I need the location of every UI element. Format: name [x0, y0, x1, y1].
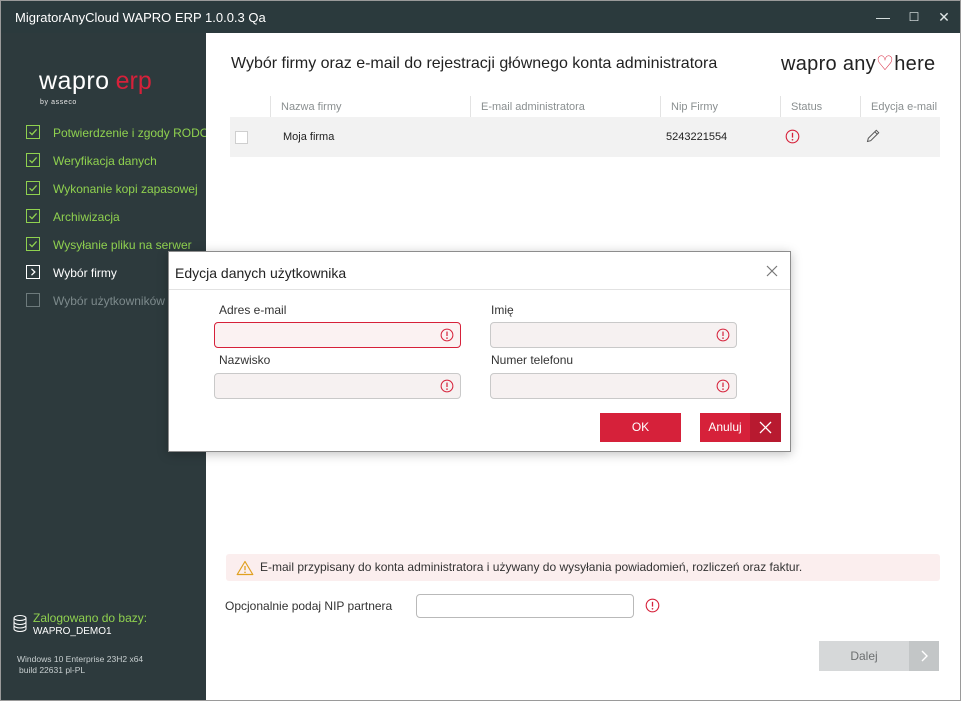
field-error-icon: [716, 379, 730, 393]
field-error-icon: [440, 379, 454, 393]
wizard-step-label: Wybór użytkowników: [53, 294, 165, 308]
checkbox-checked-icon: [26, 125, 40, 139]
cancel-button[interactable]: Anuluj: [700, 413, 781, 442]
next-button[interactable]: Dalej: [819, 641, 939, 671]
field-error-icon: [440, 328, 454, 342]
last-name-input[interactable]: [215, 374, 425, 398]
db-name: WAPRO_DEMO1: [33, 626, 112, 637]
system-info-line1: Windows 10 Enterprise 23H2 x64: [17, 654, 144, 664]
system-info-line2: build 22631 pl-PL: [19, 665, 86, 675]
dialog-divider: [169, 289, 790, 290]
db-label: Zalogowano do bazy:: [33, 611, 148, 625]
warning-icon: [236, 560, 254, 576]
phone-label: Numer telefonu: [491, 353, 574, 367]
cloud-heart-icon: ♡: [875, 53, 895, 75]
grid-header: Nazwa firmy E-mail administratora Nip Fi…: [230, 96, 940, 117]
database-icon: [13, 615, 27, 632]
nip-cell: 5243221554: [666, 131, 728, 143]
dialog-title: Edycja danych użytkownika: [175, 265, 347, 281]
column-header-edit-email[interactable]: Edycja e-mail: [871, 101, 937, 113]
logo-by-asseco: by asseco: [40, 99, 77, 106]
logo-erp: erp: [115, 67, 152, 95]
field-error-icon: [716, 328, 730, 342]
checkbox-checked-icon: [26, 237, 40, 251]
chevron-right-icon: [909, 641, 939, 671]
wizard-step-label: Wykonanie kopi zapasowej: [53, 182, 198, 196]
close-window-button[interactable]: ✕: [929, 1, 959, 33]
next-button-label: Dalej: [850, 649, 878, 663]
column-header-nip[interactable]: Nip Firmy: [671, 101, 718, 113]
column-header-email[interactable]: E-mail administratora: [481, 101, 585, 113]
partner-nip-label: Opcjonalnie podaj NIP partnera: [225, 599, 393, 613]
status-error-icon: [785, 129, 800, 144]
last-name-field[interactable]: [214, 373, 461, 399]
checkbox-checked-icon: [26, 153, 40, 167]
email-label: Adres e-mail: [219, 303, 287, 317]
window-title: MigratorAnyCloud WAPRO ERP 1.0.0.3 Qa: [15, 10, 266, 25]
wizard-step-label: Archiwizacja: [53, 210, 120, 224]
checkbox-checked-icon: [26, 209, 40, 223]
wapro-anywhere-logo: wapro any♡here: [781, 51, 935, 76]
system-info: Windows 10 Enterprise 23H2 x64 build 226…: [17, 654, 143, 676]
hint-text: E-mail przypisany do konta administrator…: [260, 560, 803, 574]
page-title: Wybór firmy oraz e-mail do rejestracji g…: [231, 55, 718, 72]
column-header-status[interactable]: Status: [791, 101, 822, 113]
cancel-x-icon: [750, 413, 781, 442]
brand-part-b: here: [894, 53, 936, 75]
email-input[interactable]: [215, 323, 425, 347]
logo-wapro: wapro: [39, 67, 110, 95]
partner-nip-input[interactable]: [416, 594, 634, 618]
first-name-field[interactable]: [490, 322, 737, 348]
ok-button[interactable]: OK: [600, 413, 681, 442]
cancel-button-label: Anuluj: [708, 420, 742, 434]
company-name-cell: Moja firma: [283, 131, 335, 143]
brand-part-a: wapro any: [781, 53, 876, 75]
wizard-step-label: Wybór firmy: [53, 266, 117, 280]
first-name-label: Imię: [491, 303, 514, 317]
wapro-erp-logo: wapro erp by asseco: [39, 67, 179, 107]
table-row[interactable]: Moja firma 5243221554: [230, 117, 940, 157]
info-hint: E-mail przypisany do konta administrator…: [226, 554, 940, 581]
edit-pencil-icon[interactable]: [865, 128, 881, 144]
phone-input[interactable]: [491, 374, 701, 398]
wizard-step-label: Potwierdzenie i zgody RODO: [53, 126, 210, 140]
email-field[interactable]: [214, 322, 461, 348]
wizard-step-label: Weryfikacja danych: [53, 154, 157, 168]
checkbox-checked-icon: [26, 181, 40, 195]
wizard-step-label: Wysyłanie pliku na serwer: [53, 238, 192, 252]
row-checkbox[interactable]: [235, 131, 248, 144]
first-name-input[interactable]: [491, 323, 701, 347]
app-window: MigratorAnyCloud WAPRO ERP 1.0.0.3 Qa — …: [0, 0, 961, 701]
nip-error-icon: [645, 598, 660, 613]
checkbox-empty-icon: [26, 293, 40, 307]
edit-user-dialog: Edycja danych użytkownika Adres e-mail I…: [168, 251, 791, 452]
minimize-button[interactable]: —: [868, 1, 898, 33]
title-bar: MigratorAnyCloud WAPRO ERP 1.0.0.3 Qa — …: [1, 1, 960, 33]
close-icon[interactable]: [765, 264, 779, 278]
phone-field[interactable]: [490, 373, 737, 399]
chevron-right-icon: [26, 265, 40, 279]
last-name-label: Nazwisko: [219, 353, 271, 367]
maximize-button[interactable]: ☐: [899, 1, 929, 33]
column-header-company[interactable]: Nazwa firmy: [281, 101, 342, 113]
